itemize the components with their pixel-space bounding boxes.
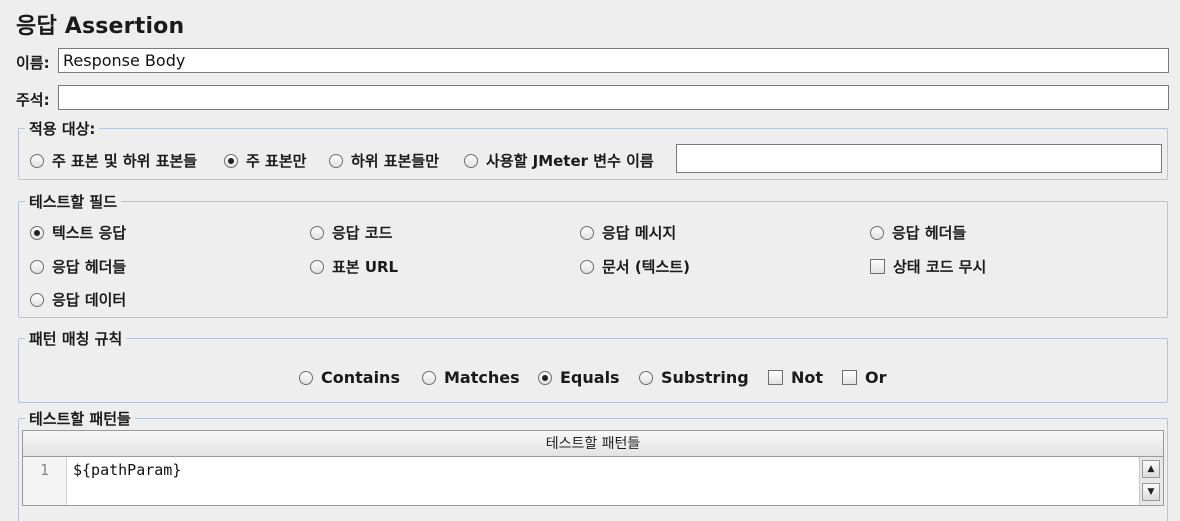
radio-selected-icon [30,225,44,240]
comment-label: 주석: [16,91,50,109]
option-label: Not [791,368,824,387]
or-checkbox[interactable]: Or [842,368,887,387]
option-label: 응답 메시지 [602,224,677,242]
field-document-text-radio[interactable]: 문서 (텍스트) [580,256,690,277]
apply-sub-only-radio[interactable]: 하위 표본들만 [329,150,439,171]
radio-icon [299,370,313,385]
apply-main-only-radio[interactable]: 주 표본만 [224,150,306,171]
option-label: 하위 표본들만 [351,152,440,170]
option-label: 상태 코드 무시 [893,258,987,276]
page-title: 응답 Assertion [16,14,185,39]
patterns-legend: 테스트할 패턴들 [25,408,135,429]
radio-icon [580,225,594,240]
radio-icon [30,259,44,274]
name-label: 이름: [16,54,50,72]
option-label: 주 표본만 [246,152,307,170]
option-label: 응답 코드 [332,224,393,242]
apply-main-and-sub-radio[interactable]: 주 표본 및 하위 표본들 [30,150,197,171]
option-label: 응답 데이터 [52,291,127,309]
radio-icon [30,153,44,168]
response-assertion-panel: 응답 Assertion 이름: Response Body 주석: 적용 대상… [0,0,1180,521]
pattern-text[interactable]: ${pathParam} [73,461,181,479]
radio-icon [310,259,324,274]
radio-icon [422,370,436,385]
match-contains-radio[interactable]: Contains [299,368,400,387]
radio-icon [329,153,343,168]
option-label: Contains [321,368,400,387]
field-response-headers-radio[interactable]: 응답 헤더들 [870,222,966,243]
checkbox-icon [842,370,857,385]
vertical-scrollbar[interactable]: ▲ ▼ [1139,457,1163,505]
line-number: 1 [23,457,67,505]
radio-icon [464,153,478,168]
apply-to-legend: 적용 대상: [25,118,100,139]
option-label: 응답 헤더들 [52,258,127,276]
field-response-message-radio[interactable]: 응답 메시지 [580,222,676,243]
field-text-response-radio[interactable]: 텍스트 응답 [30,222,126,243]
not-checkbox[interactable]: Not [768,368,823,387]
option-label: 주 표본 및 하위 표본들 [52,152,198,170]
patterns-column-header[interactable]: 테스트할 패턴들 [23,431,1163,457]
radio-icon [30,292,44,307]
radio-selected-icon [538,370,552,385]
apply-jmeter-variable-radio[interactable]: 사용할 JMeter 변수 이름 [464,150,654,171]
field-sample-url-radio[interactable]: 표본 URL [310,256,398,277]
option-label: 표본 URL [332,258,399,276]
radio-icon [310,225,324,240]
option-label: 사용할 JMeter 변수 이름 [486,152,654,170]
radio-icon [870,225,884,240]
option-label: Substring [661,368,749,387]
option-label: 텍스트 응답 [52,224,127,242]
option-label: Matches [444,368,520,387]
comment-input[interactable] [58,85,1169,110]
radio-icon [580,259,594,274]
field-request-headers-radio[interactable]: 응답 헤더들 [30,256,126,277]
match-substring-radio[interactable]: Substring [639,368,749,387]
pattern-matching-legend: 패턴 매칭 규칙 [25,328,127,349]
field-to-test-legend: 테스트할 필드 [25,191,122,212]
match-equals-radio[interactable]: Equals [538,368,620,387]
jmeter-variable-input[interactable] [676,144,1162,173]
field-response-data-radio[interactable]: 응답 데이터 [30,289,126,310]
name-input[interactable]: Response Body [58,48,1169,73]
option-label: Or [865,368,887,387]
scroll-down-icon[interactable]: ▼ [1142,483,1160,501]
match-matches-radio[interactable]: Matches [422,368,520,387]
radio-icon [639,370,653,385]
field-response-code-radio[interactable]: 응답 코드 [310,222,392,243]
ignore-status-checkbox[interactable]: 상태 코드 무시 [870,256,986,277]
scroll-up-icon[interactable]: ▲ [1142,460,1160,478]
option-label: Equals [560,368,620,387]
checkbox-icon [768,370,783,385]
option-label: 문서 (텍스트) [602,258,690,276]
option-label: 응답 헤더들 [892,224,967,242]
checkbox-icon [870,259,885,274]
patterns-table: 테스트할 패턴들 1 ${pathParam} ▲ ▼ [22,430,1164,506]
radio-selected-icon [224,153,238,168]
